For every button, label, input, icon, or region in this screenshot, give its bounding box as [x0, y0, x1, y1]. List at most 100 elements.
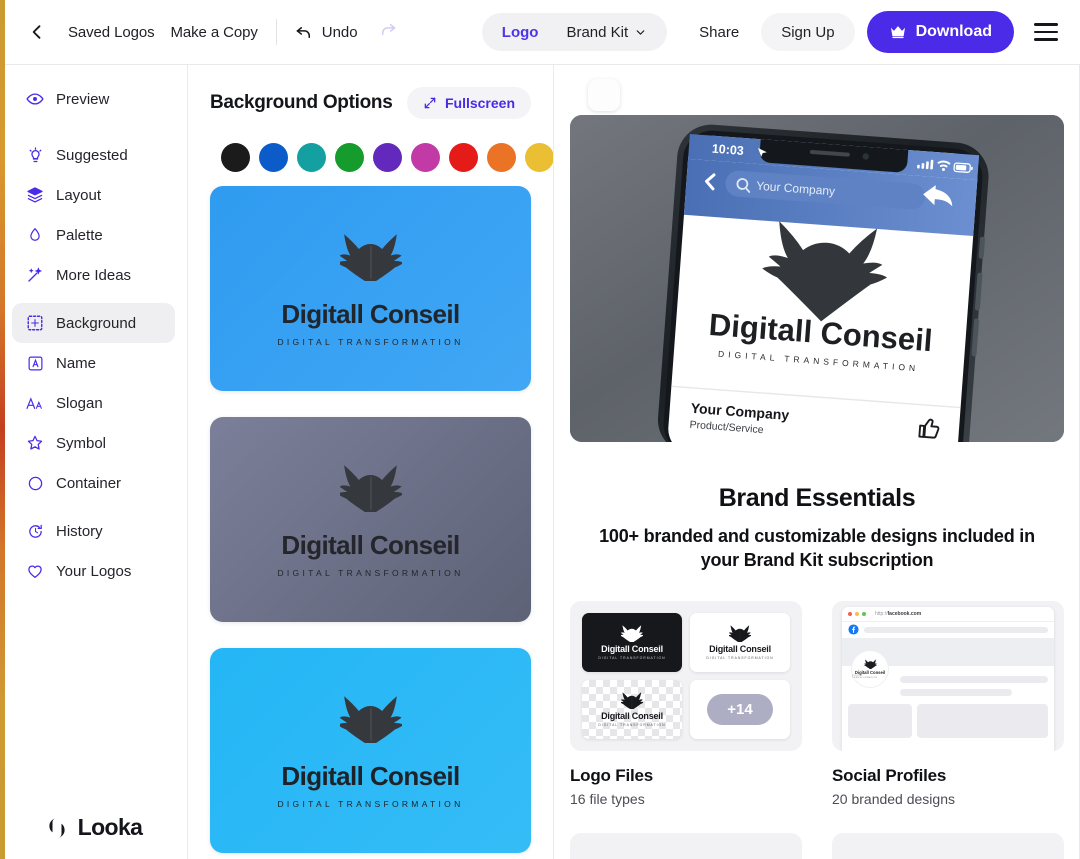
- lightbulb-icon: [26, 146, 44, 164]
- sidebar-item-slogan[interactable]: Slogan: [12, 383, 175, 423]
- essentials-card-meta: 20 branded designs: [832, 790, 955, 807]
- window-close-dot: [848, 611, 852, 616]
- sidebar-item-label: Symbol: [56, 434, 107, 452]
- browser-mock: http://facebook.com Digitall Conseil DIG…: [842, 606, 1054, 751]
- essentials-card-grid: Digitall Conseil DIGITAL TRANSFORMATION Di…: [570, 600, 1064, 807]
- sidebar-item-preview[interactable]: Preview: [12, 79, 175, 119]
- brand-essentials-title: Brand Essentials: [718, 484, 916, 512]
- make-a-copy-link[interactable]: Make a Copy: [170, 24, 257, 41]
- sidebar-item-your-logos[interactable]: Your Logos: [12, 551, 175, 591]
- hamburger-menu-icon[interactable]: [1026, 12, 1066, 52]
- logo-symbol-icon: [336, 464, 404, 516]
- page-title: Background Options: [210, 92, 393, 113]
- logo-files-more-tile: +14: [690, 679, 790, 739]
- sidebar-item-history[interactable]: History: [12, 511, 175, 551]
- logo-symbol: [336, 693, 404, 748]
- color-swatch-blue[interactable]: [259, 143, 288, 172]
- sidebar-item-label: Slogan: [56, 394, 103, 412]
- text-size-icon: [26, 394, 44, 412]
- phone-mockup-hero: 10:03 Your Company Digitall Conseil DIGI…: [570, 115, 1064, 442]
- droplet-icon: [26, 226, 44, 244]
- layers-icon: [26, 186, 44, 204]
- saved-logos-link[interactable]: Saved Logos: [68, 24, 155, 41]
- profile-content-blocks: [848, 703, 1048, 738]
- essentials-card-social-profiles[interactable]: http://facebook.com Digitall Conseil DIG…: [832, 600, 1064, 807]
- sidebar-item-container[interactable]: Container: [12, 463, 175, 503]
- browser-nav-row: [842, 621, 1054, 638]
- color-swatch-black[interactable]: [221, 143, 250, 172]
- sidebar-item-label: Name: [56, 354, 97, 372]
- sidebar-item-palette[interactable]: Palette: [12, 215, 175, 255]
- download-label: Download: [915, 23, 992, 40]
- logo-card-list[interactable]: Digitall Conseil DIGITAL TRANSFORMATION Di…: [188, 186, 553, 859]
- logo-files-thumbnail: Digitall Conseil DIGITAL TRANSFORMATION Di…: [570, 600, 802, 751]
- color-swatch-purple[interactable]: [373, 143, 402, 172]
- sidebar-item-label: Your Logos: [56, 562, 132, 580]
- letter-a-box-icon: [26, 354, 44, 372]
- sidebar-item-label: Preview: [56, 90, 110, 108]
- chevron-left-icon: [32, 25, 41, 39]
- color-swatch-magenta[interactable]: [411, 143, 440, 172]
- logo-symbol: [336, 231, 404, 286]
- essentials-card-partial-left[interactable]: [570, 832, 802, 859]
- logo-option-card[interactable]: Digitall Conseil DIGITAL TRANSFORMATION: [210, 648, 531, 853]
- sidebar-item-more-ideas[interactable]: More Ideas: [12, 255, 175, 295]
- sidebar-item-label: Suggested: [56, 146, 128, 164]
- essentials-card-logo-files[interactable]: Digitall Conseil DIGITAL TRANSFORMATION Di…: [570, 600, 802, 807]
- essentials-card-name: Social Profiles: [832, 765, 947, 785]
- tile-logo-name: Digitall Conseil: [709, 644, 771, 655]
- sidebar-item-background[interactable]: Background: [12, 303, 175, 343]
- tab-brand-kit[interactable]: Brand Kit: [552, 17, 661, 47]
- sidebar-item-name[interactable]: Name: [12, 343, 175, 383]
- browser-chrome-bar: http://facebook.com: [842, 606, 1054, 622]
- sidebar-item-symbol[interactable]: Symbol: [12, 423, 175, 463]
- download-button[interactable]: Download: [866, 11, 1014, 53]
- color-swatch-red[interactable]: [449, 143, 478, 172]
- tab-logo[interactable]: Logo: [488, 17, 553, 47]
- crown-icon: [890, 26, 905, 39]
- facebook-icon: [848, 624, 859, 635]
- back-button[interactable]: [20, 15, 54, 49]
- fullscreen-label: Fullscreen: [444, 95, 515, 111]
- color-swatch-teal[interactable]: [297, 143, 326, 172]
- circle-icon: [26, 474, 44, 492]
- heart-icon: [26, 562, 44, 580]
- redo-button[interactable]: [378, 20, 397, 44]
- sidebar-item-layout[interactable]: Layout: [12, 175, 175, 215]
- background-grid-icon: [26, 314, 44, 332]
- tile-logo-name: Digitall Conseil: [601, 711, 663, 722]
- fullscreen-button[interactable]: Fullscreen: [406, 87, 531, 119]
- share-button[interactable]: Share: [689, 16, 749, 49]
- logo-symbol-icon: [336, 233, 404, 285]
- color-swatch-green[interactable]: [335, 143, 364, 172]
- sign-up-button[interactable]: Sign Up: [761, 13, 855, 51]
- panel-header: Background Options Fullscreen: [188, 65, 553, 119]
- logo-company-name: Digitall Conseil: [281, 760, 460, 791]
- logo-symbol-icon: [729, 625, 751, 643]
- color-swatch-yellow[interactable]: [525, 143, 553, 172]
- logo-option-card[interactable]: Digitall Conseil DIGITAL TRANSFORMATION: [210, 186, 531, 391]
- essentials-card-partial-right[interactable]: [832, 832, 1064, 859]
- redo-arrow-icon: [381, 23, 395, 36]
- undo-arrow-icon: [296, 26, 310, 38]
- logo-tagline: DIGITAL TRANSFORMATION: [277, 336, 464, 347]
- preview-toggle-button[interactable]: [588, 79, 620, 111]
- logo-company-name: Digitall Conseil: [281, 298, 460, 329]
- logo-files-tile-dark: Digitall Conseil DIGITAL TRANSFORMATION: [582, 612, 682, 672]
- sidebar-item-suggested[interactable]: Suggested: [12, 135, 175, 175]
- color-swatch-orange[interactable]: [487, 143, 516, 172]
- toolbar-divider: [275, 19, 277, 45]
- window-maximize-dot: [862, 611, 866, 616]
- browser-search-pill: [864, 626, 1048, 633]
- undo-button[interactable]: Undo: [295, 23, 358, 42]
- sidebar-item-label: Palette: [56, 226, 103, 244]
- logo-option-card[interactable]: Digitall Conseil DIGITAL TRANSFORMATION: [210, 417, 531, 622]
- sidebar-item-label: History: [56, 522, 103, 540]
- avatar: Digitall Conseil DIGITAL TRANSFORMATION: [851, 649, 889, 688]
- sidebar-brand-name: Looka: [77, 814, 143, 840]
- phone-mockup-image: 10:03 Your Company Digitall Conseil DIGI…: [570, 115, 1064, 442]
- avatar-tagline: DIGITAL TRANSFORMATION: [852, 675, 878, 680]
